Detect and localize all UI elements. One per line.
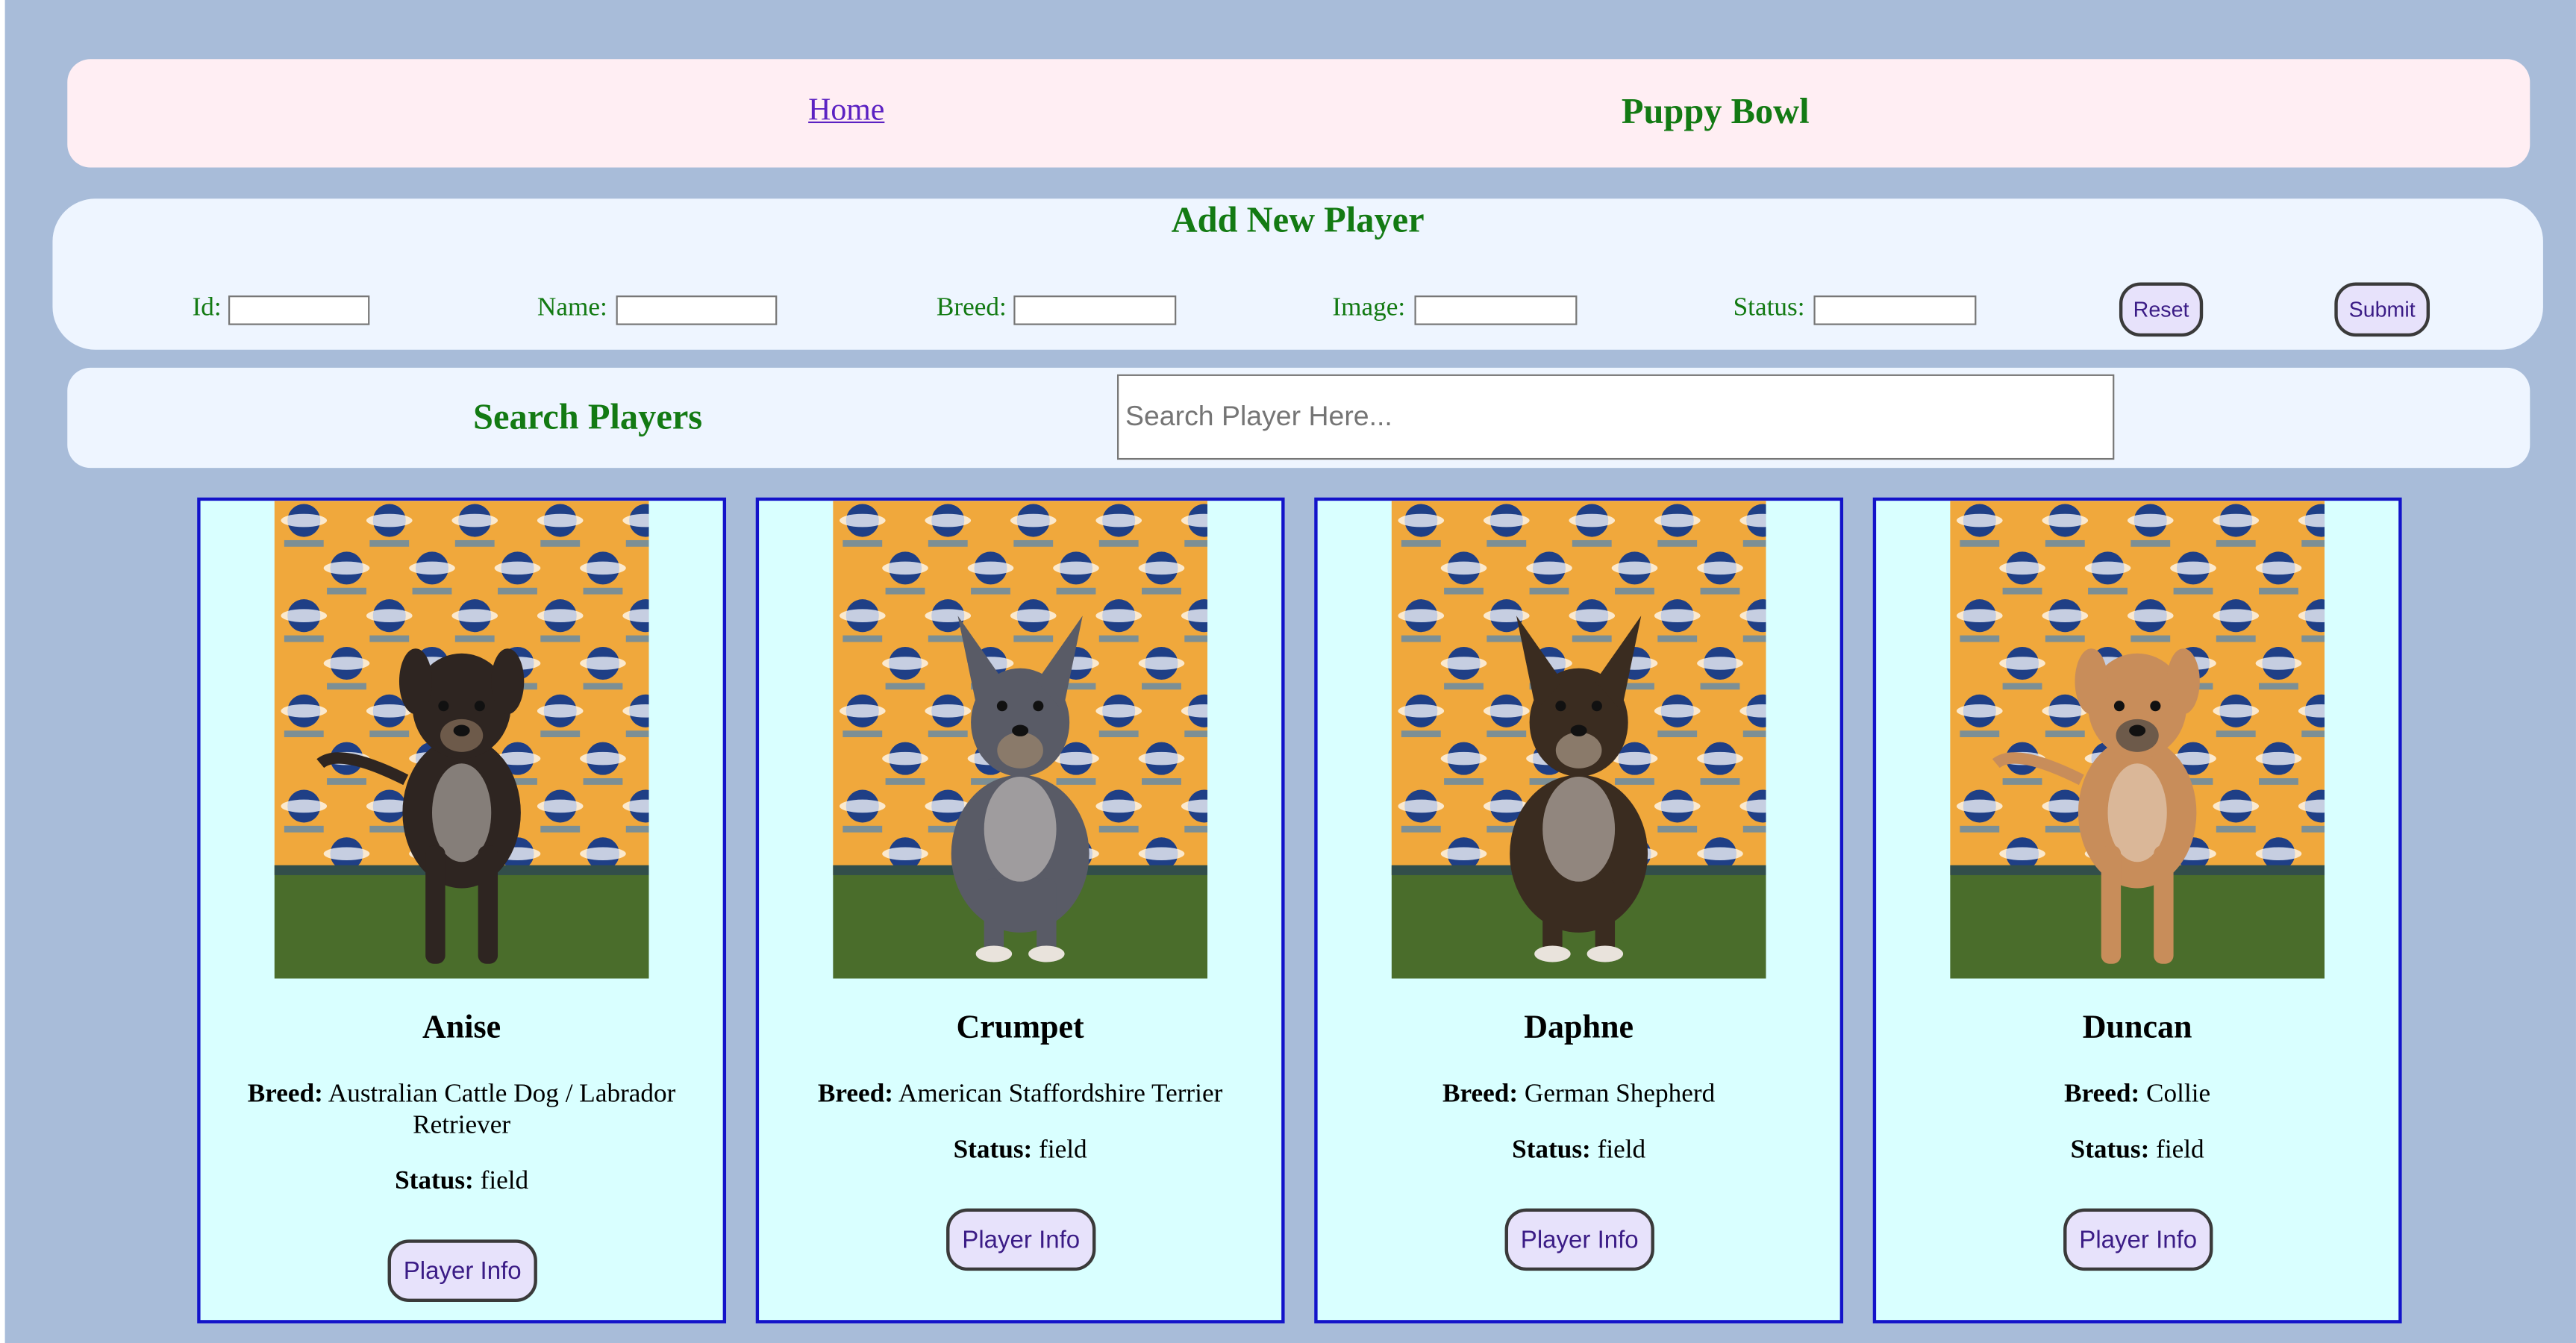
search-panel: Search Players Search Player Here... bbox=[67, 367, 2530, 469]
dog-photo bbox=[1391, 501, 1766, 979]
player-status: Status: field bbox=[759, 1136, 1281, 1166]
status-label: Status: bbox=[2070, 1136, 2150, 1165]
image-label: Image: bbox=[1332, 293, 1406, 322]
status-label: Status: bbox=[395, 1167, 474, 1195]
breed-value: Australian Cattle Dog / Labrador Retriev… bbox=[328, 1080, 676, 1140]
player-photo bbox=[1391, 501, 1766, 979]
add-player-form: Add New Player Id: Name: Breed: Image: S… bbox=[52, 198, 2543, 350]
player-status: Status: field bbox=[1876, 1136, 2398, 1166]
player-status: Status: field bbox=[1318, 1136, 1840, 1166]
site-title: Puppy Bowl bbox=[1621, 90, 1810, 132]
dog-photo bbox=[274, 501, 649, 979]
status-input[interactable] bbox=[1813, 295, 1977, 325]
dog-photo bbox=[1950, 501, 2325, 979]
player-breed: Breed: Collie bbox=[1906, 1079, 2369, 1110]
id-input[interactable] bbox=[228, 295, 370, 325]
breed-value: German Shepherd bbox=[1524, 1080, 1716, 1109]
player-info-button[interactable]: Player Info bbox=[946, 1208, 1096, 1271]
home-link[interactable]: Home bbox=[808, 93, 884, 129]
id-label: Id: bbox=[192, 293, 222, 322]
player-card: Duncan Breed: Collie Status: field Playe… bbox=[1872, 497, 2402, 1324]
player-card: Crumpet Breed: American Staffordshire Te… bbox=[755, 497, 1285, 1324]
player-photo bbox=[1950, 501, 2325, 979]
image-input[interactable] bbox=[1414, 295, 1578, 325]
breed-value: American Staffordshire Terrier bbox=[898, 1080, 1223, 1109]
add-player-title: Add New Player bbox=[1171, 198, 1425, 240]
player-info-button[interactable]: Player Info bbox=[2063, 1208, 2213, 1271]
status-value: field bbox=[2156, 1136, 2204, 1165]
player-card: Daphne Breed: German Shepherd Status: fi… bbox=[1314, 497, 1844, 1324]
name-label: Name: bbox=[537, 293, 607, 322]
player-name: Crumpet bbox=[956, 1009, 1084, 1046]
dog-photo bbox=[833, 501, 1208, 979]
nav-bar: Home Puppy Bowl bbox=[67, 59, 2530, 168]
player-name: Duncan bbox=[2082, 1009, 2192, 1046]
status-value: field bbox=[1039, 1136, 1087, 1165]
player-breed: Breed: American Staffordshire Terrier bbox=[789, 1079, 1252, 1110]
status-value: field bbox=[1597, 1136, 1646, 1165]
name-input[interactable] bbox=[616, 295, 778, 325]
breed-label: Breed: bbox=[1442, 1080, 1519, 1109]
breed-value: Collie bbox=[2146, 1080, 2211, 1109]
search-title: Search Players bbox=[473, 395, 703, 437]
player-status: Status: field bbox=[201, 1168, 723, 1198]
player-breed: Breed: German Shepherd bbox=[1347, 1079, 1810, 1110]
player-name: Daphne bbox=[1524, 1009, 1634, 1046]
breed-label: Breed: bbox=[2064, 1080, 2140, 1109]
reset-button[interactable]: Reset bbox=[2119, 282, 2204, 337]
breed-label: Breed: bbox=[936, 293, 1007, 322]
breed-label: Breed: bbox=[817, 1080, 894, 1109]
player-card: Anise Breed: Australian Cattle Dog / Lab… bbox=[197, 497, 727, 1324]
status-label: Status: bbox=[1733, 293, 1805, 322]
breed-input[interactable] bbox=[1013, 295, 1177, 325]
status-label: Status: bbox=[953, 1136, 1033, 1165]
player-photo bbox=[274, 501, 649, 979]
player-photo bbox=[833, 501, 1208, 979]
breed-label: Breed: bbox=[247, 1080, 323, 1109]
status-label: Status: bbox=[1512, 1136, 1591, 1165]
player-name: Anise bbox=[422, 1009, 501, 1046]
player-info-button[interactable]: Player Info bbox=[387, 1239, 537, 1302]
submit-button[interactable]: Submit bbox=[2334, 282, 2430, 337]
status-value: field bbox=[480, 1167, 529, 1195]
player-info-button[interactable]: Player Info bbox=[1504, 1208, 1654, 1271]
search-input[interactable]: Search Player Here... bbox=[1117, 374, 2115, 460]
player-breed: Breed: Australian Cattle Dog / Labrador … bbox=[230, 1079, 693, 1142]
